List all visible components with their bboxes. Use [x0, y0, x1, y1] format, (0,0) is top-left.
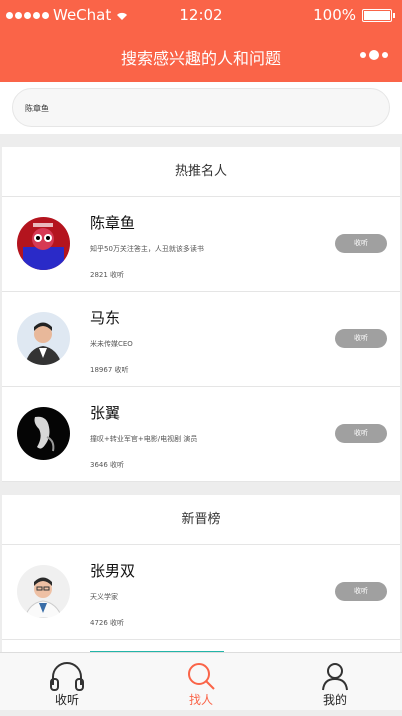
- follow-button[interactable]: 收听: [335, 329, 387, 348]
- search-bar: 陈章鱼: [0, 82, 402, 134]
- list-item[interactable]: 马东 米未传媒CEO 18967 收听 收听: [2, 292, 400, 387]
- tab-find[interactable]: 找人: [134, 653, 268, 711]
- search-icon: [188, 663, 215, 690]
- list-item[interactable]: 陈章鱼 知乎50万关注答主，人丑就该多读书 2821 收听 收听: [2, 197, 400, 292]
- hot-section: 热推名人 陈章鱼 知乎50万关注答主，人丑就该多读书 2821 收听 收听 马东…: [2, 147, 400, 482]
- person-desc: 撞叹+转业军官+电影/电视剧 演员: [90, 435, 198, 443]
- follow-button[interactable]: 收听: [335, 424, 387, 443]
- battery-icon: [362, 8, 395, 22]
- section-title: 热推名人: [2, 147, 400, 197]
- nav-bar: 搜索感兴趣的人和问题: [0, 32, 402, 82]
- tab-label: 我的: [322, 693, 347, 707]
- person-desc: 米未传媒CEO: [90, 340, 133, 348]
- avatar[interactable]: [17, 565, 70, 618]
- headphones-icon: [50, 662, 84, 691]
- person-name: 张翼: [90, 404, 121, 422]
- battery-percent: 100%: [313, 6, 356, 24]
- avatar[interactable]: [17, 312, 70, 365]
- tab-me[interactable]: 我的: [268, 653, 402, 711]
- page-title: 搜索感兴趣的人和问题: [120, 49, 281, 68]
- follow-button[interactable]: 收听: [335, 582, 387, 601]
- tab-label: 收听: [54, 693, 79, 707]
- person-desc: 天义学家: [90, 593, 118, 601]
- follower-count: 2821 收听: [90, 271, 125, 279]
- person-name: 张男双: [90, 562, 136, 580]
- follower-count: 4726 收听: [90, 619, 125, 627]
- follow-button[interactable]: 收听: [335, 234, 387, 253]
- battery-info: 100%: [313, 6, 395, 24]
- more-menu-icon[interactable]: [360, 50, 388, 60]
- tab-listen[interactable]: 收听: [0, 653, 134, 711]
- section-title: 新晋榜: [2, 495, 400, 545]
- new-section: 新晋榜 张男双 天义学家 4726 收听 收听: [2, 495, 400, 655]
- person-name: 陈章鱼: [90, 214, 136, 232]
- user-icon: [322, 663, 348, 691]
- tab-label: 找人: [188, 693, 213, 707]
- person-name: 马东: [90, 309, 121, 327]
- search-input[interactable]: 陈章鱼: [12, 88, 390, 127]
- follower-count: 18967 收听: [90, 366, 129, 374]
- avatar[interactable]: [17, 407, 70, 460]
- status-bar: WeChat 12:02 100%: [0, 0, 402, 32]
- avatar[interactable]: [17, 217, 70, 270]
- follower-count: 3646 收听: [90, 461, 125, 469]
- list-item[interactable]: 张男双 天义学家 4726 收听 收听: [2, 545, 400, 640]
- person-desc: 知乎50万关注答主，人丑就该多读书: [90, 245, 204, 253]
- tab-bar: 收听 找人 我的: [0, 652, 402, 710]
- list-item[interactable]: 张翼 撞叹+转业军官+电影/电视剧 演员 3646 收听 收听: [2, 387, 400, 482]
